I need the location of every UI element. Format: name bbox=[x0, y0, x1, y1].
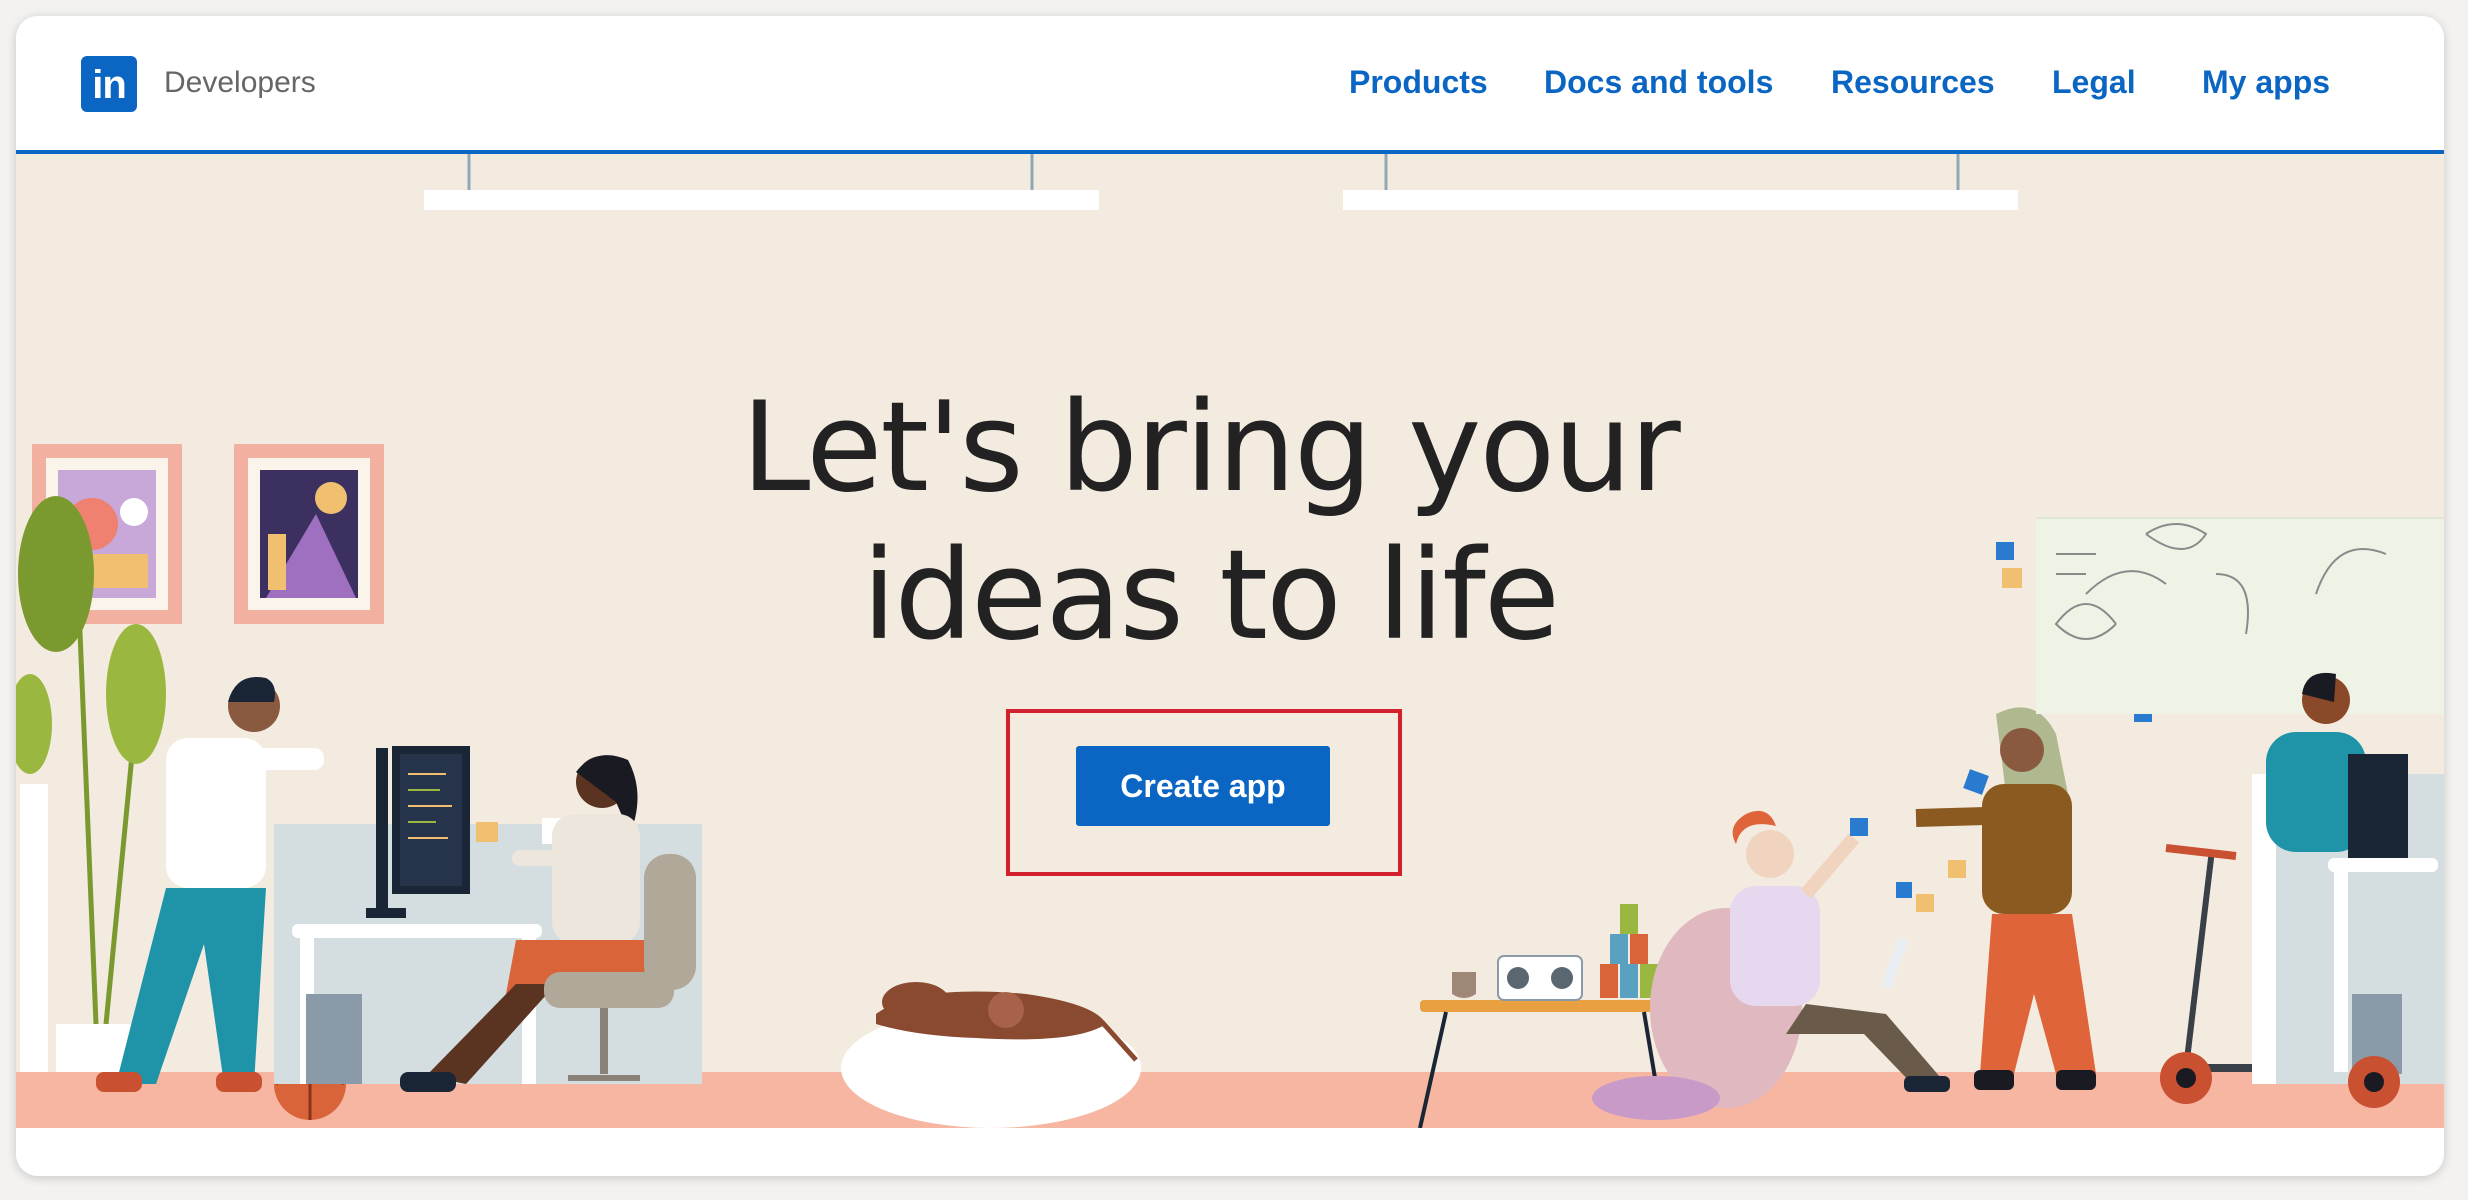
nav-legal[interactable]: Legal bbox=[2052, 64, 2136, 101]
hero-section: Let's bring your ideas to life Create ap… bbox=[16, 154, 2444, 1128]
logo-text: in bbox=[92, 63, 127, 107]
linkedin-logo-icon[interactable]: in bbox=[81, 56, 137, 112]
dog-bed bbox=[841, 982, 1141, 1128]
footer-strip bbox=[16, 1128, 2444, 1176]
brand-label[interactable]: Developers bbox=[164, 66, 316, 100]
nav-docs-and-tools[interactable]: Docs and tools bbox=[1544, 64, 1773, 101]
browser-frame: in Developers Products Docs and tools Re… bbox=[16, 16, 2444, 1176]
nav-my-apps[interactable]: My apps bbox=[2202, 64, 2330, 101]
ceiling-lights bbox=[424, 154, 2018, 210]
nav-resources[interactable]: Resources bbox=[1831, 64, 1995, 101]
create-app-button[interactable]: Create app bbox=[1076, 746, 1330, 826]
nav-products[interactable]: Products bbox=[1349, 64, 1488, 101]
desk-right bbox=[2252, 672, 2444, 1108]
standing-woman bbox=[1915, 707, 2096, 1090]
hero-title: Let's bring your ideas to life bbox=[16, 374, 2404, 670]
hero-title-line-2: ideas to life bbox=[861, 524, 1560, 668]
hero-title-line-1: Let's bring your bbox=[741, 376, 1681, 520]
site-header: in Developers Products Docs and tools Re… bbox=[16, 16, 2444, 154]
